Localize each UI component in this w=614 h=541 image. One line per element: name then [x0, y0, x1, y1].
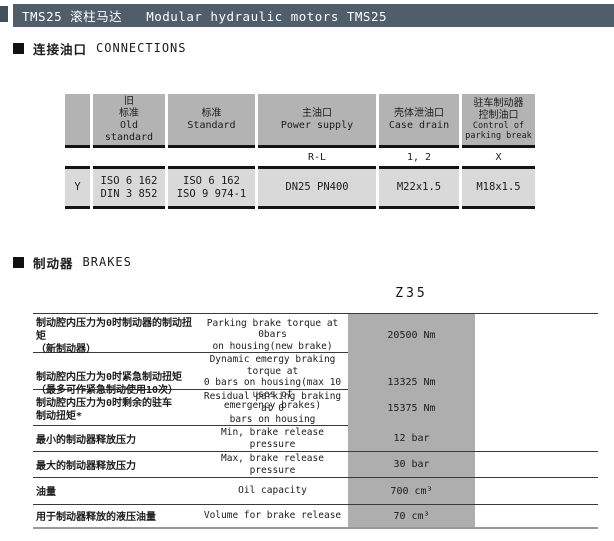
section-heading-brakes: 制动器 BRAKES	[13, 255, 132, 269]
brakes-row-label-cn: 制动腔内压力为0时剩余的驻车 制动扭矩*	[33, 390, 197, 427]
table-row: 制动腔内压力为0时制动器的制动扭矩 （新制动器） Parking brake t…	[33, 313, 598, 352]
connections-table: 旧 标准 Old standard 标准 Standard 主油口 Power …	[65, 94, 535, 209]
header-cell-old-standard: 旧 标准 Old standard	[93, 94, 165, 148]
section-heading-cn: 制动器	[33, 253, 74, 272]
brakes-row-value: 700 cm³	[348, 478, 475, 504]
connections-data-row: Y ISO 6 162 DIN 3 852 ISO 6 162 ISO 9 97…	[65, 166, 535, 209]
brakes-row-value: 12 bar	[348, 426, 475, 451]
data-cell-power-supply: DN25 PN400	[258, 166, 376, 209]
brakes-row-value: 20500 Nm	[348, 314, 475, 356]
brakes-row-label-cn: 最大的制动器释放压力	[33, 452, 197, 477]
brakes-row-label-cn: 油量	[33, 478, 197, 504]
brakes-row-empty-cell	[475, 505, 598, 527]
header-cell-case-drain: 壳体泄油口 Case drain	[379, 94, 459, 148]
brakes-row-label-en: Oil capacity	[197, 478, 348, 504]
port-cell	[168, 148, 255, 166]
brakes-row-label-en: Max, brake release pressure	[197, 452, 348, 477]
header-cell-blank	[65, 94, 90, 148]
port-cell-case-drain: 1, 2	[379, 148, 459, 166]
brakes-row-empty-cell	[475, 426, 598, 451]
brakes-row-empty-cell	[475, 314, 598, 356]
data-cell-old-standard: ISO 6 162 DIN 3 852	[93, 166, 165, 209]
data-cell-case-drain: M22x1.5	[379, 166, 459, 209]
table-row: 制动腔内压力为0时紧急制动扭矩 （最多可作紧急制动使用10次） Dynamic …	[33, 352, 598, 389]
connections-port-row: R-L 1, 2 X	[65, 148, 535, 166]
table-row: 最小的制动器释放压力 Min, brake release pressure 1…	[33, 425, 598, 451]
square-bullet-icon	[13, 257, 24, 268]
port-cell-parking-brake: X	[462, 148, 535, 166]
brakes-table: 制动腔内压力为0时制动器的制动扭矩 （新制动器） Parking brake t…	[33, 313, 598, 529]
brakes-row-value: 30 bar	[348, 452, 475, 477]
port-cell	[65, 148, 90, 166]
brakes-row-value: 70 cm³	[348, 505, 475, 527]
section-heading-en: BRAKES	[83, 255, 132, 269]
brakes-column-label: Z35	[348, 286, 475, 301]
connections-header-row: 旧 标准 Old standard 标准 Standard 主油口 Power …	[65, 94, 535, 148]
brakes-row-label-en: Min, brake release pressure	[197, 426, 348, 451]
header-cell-standard: 标准 Standard	[168, 94, 255, 148]
table-row: 最大的制动器释放压力 Max, brake release pressure 3…	[33, 451, 598, 477]
brakes-row-empty-cell	[475, 478, 598, 504]
brakes-row-empty-cell	[475, 390, 598, 427]
data-cell-parking-brake: M18x1.5	[462, 166, 535, 209]
brakes-row-label-en: Volume for brake release	[197, 505, 348, 527]
header-cell-main-text: 驻车制动器 控制油口	[474, 98, 524, 122]
square-bullet-icon	[13, 43, 24, 54]
data-cell-standard: ISO 6 162 ISO 9 974-1	[168, 166, 255, 209]
datasheet-page: TMS25 滚柱马达 Modular hydraulic motors TMS2…	[0, 0, 614, 541]
port-cell-power-supply: R-L	[258, 148, 376, 166]
page-edge-mark	[0, 6, 8, 22]
brakes-row-label-cn: 用于制动器释放的液压油量	[33, 505, 197, 527]
brakes-row-label-cn: 制动腔内压力为0时制动器的制动扭矩 （新制动器）	[33, 314, 197, 356]
table-row: 用于制动器释放的液压油量 Volume for brake release 70…	[33, 504, 598, 527]
brakes-row-label-en: Parking brake torque at 0bars on housing…	[197, 314, 348, 356]
table-row: 油量 Oil capacity 700 cm³	[33, 477, 598, 504]
section-heading-en: CONNECTIONS	[96, 41, 186, 55]
section-heading-cn: 连接油口	[33, 39, 87, 58]
port-cell	[93, 148, 165, 166]
table-row: 制动腔内压力为0时剩余的驻车 制动扭矩* Residual parking br…	[33, 389, 598, 425]
brakes-row-label-en: Residual parking braking at 0 bars on ho…	[197, 390, 348, 427]
header-cell-parking-brake-control: 驻车制动器 控制油口 Control of parking break	[462, 94, 535, 148]
header-cell-power-supply: 主油口 Power supply	[258, 94, 376, 148]
section-heading-connections: 连接油口 CONNECTIONS	[13, 41, 187, 55]
brakes-row-value: 15375 Nm	[348, 390, 475, 427]
data-cell-series: Y	[65, 166, 90, 209]
header-cell-sub-text: Control of parking break	[465, 122, 532, 141]
brakes-row-label-cn: 最小的制动器释放压力	[33, 426, 197, 451]
brakes-row-empty-cell	[475, 452, 598, 477]
page-title: TMS25 滚柱马达 Modular hydraulic motors TMS2…	[13, 4, 614, 27]
